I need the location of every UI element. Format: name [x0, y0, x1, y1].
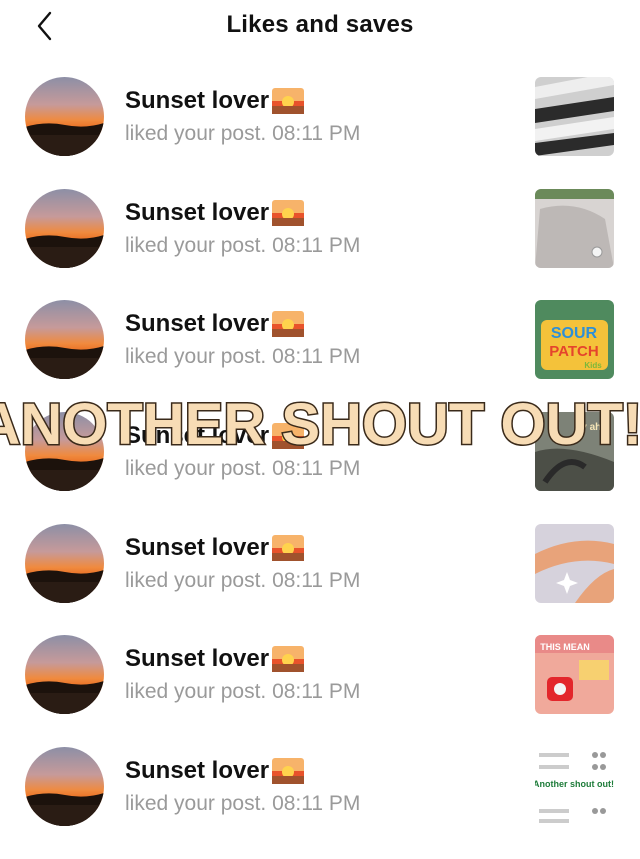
sunrise-emoji-icon — [272, 199, 305, 226]
avatar[interactable] — [25, 635, 104, 715]
user-name[interactable]: Sunset lover — [125, 645, 305, 673]
sunrise-emoji-icon — [272, 646, 305, 673]
list-item[interactable]: Sunset lover liked your post. 08:11 PM — [0, 77, 640, 189]
list-item[interactable]: Sunset lover liked your post. 08:11 PM — [0, 188, 640, 301]
list-item[interactable]: Sunset lover liked your post. 08:11 PM T… — [0, 635, 640, 747]
overlay-text: ANOTHER SHOUT OUT!! — [0, 392, 640, 457]
sunrise-emoji-icon — [272, 534, 305, 561]
user-name[interactable]: Sunset lover — [125, 87, 305, 115]
sunrise-emoji-icon — [272, 758, 305, 785]
notification-text: liked your post. 08:11 PM — [125, 345, 361, 369]
notification-text: liked your post. 08:11 PM — [125, 680, 361, 704]
notification-text: liked your post. 08:11 PM — [125, 122, 361, 145]
page-title: Likes and saves — [226, 11, 414, 38]
user-name[interactable]: Sunset lover — [125, 757, 305, 785]
post-thumbnail[interactable]: THIS MEAN — [535, 635, 614, 715]
avatar[interactable] — [25, 523, 104, 603]
avatar[interactable] — [25, 300, 104, 380]
top-bar: Likes and saves — [0, 0, 640, 52]
avatar[interactable] — [25, 77, 104, 156]
post-thumbnail[interactable]: Another shout out!! — [535, 747, 614, 827]
user-name[interactable]: Sunset lover — [125, 199, 305, 227]
notification-text: liked your post. 08:11 PM — [125, 792, 361, 816]
post-thumbnail[interactable] — [535, 188, 614, 268]
avatar[interactable] — [25, 747, 104, 827]
thumb-text: Another shout out!! — [535, 779, 614, 789]
list-item[interactable]: Sunset lover liked your post. 08:11 PM — [0, 523, 640, 636]
avatar[interactable] — [25, 188, 104, 268]
user-name[interactable]: Sunset lover — [125, 310, 305, 338]
post-thumbnail[interactable] — [535, 77, 614, 156]
sunrise-emoji-icon — [272, 88, 305, 114]
thumb-text: SOUR — [551, 325, 598, 342]
post-thumbnail[interactable] — [535, 523, 614, 603]
list-item[interactable]: Sunset lover liked your post. 08:11 PM A… — [0, 747, 640, 859]
notification-text: liked your post. 08:11 PM — [125, 568, 361, 592]
thumb-text: PATCH — [549, 343, 598, 360]
shout-out-overlay: ANOTHER SHOUT OUT!! — [0, 378, 640, 468]
user-name[interactable]: Sunset lover — [125, 534, 305, 562]
notification-text: liked your post. 08:11 PM — [125, 233, 361, 257]
thumb-text: THIS MEAN — [540, 642, 590, 652]
sunrise-emoji-icon — [272, 311, 305, 338]
post-thumbnail[interactable]: SOUR PATCH Kids — [535, 300, 614, 380]
thumb-text: Kids — [584, 361, 602, 370]
